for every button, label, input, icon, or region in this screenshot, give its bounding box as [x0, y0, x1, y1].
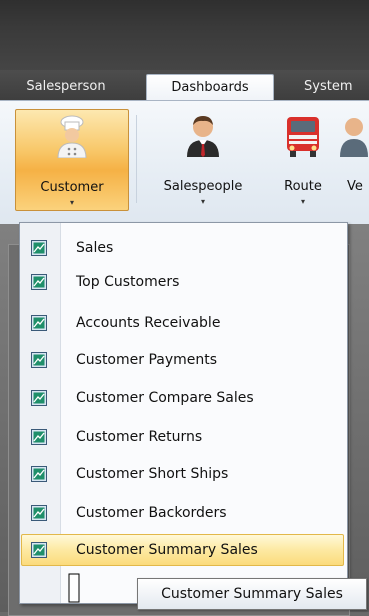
route-button-label: Route — [284, 179, 322, 194]
menu-item-customer-summary-sales[interactable]: Customer Summary Sales — [21, 534, 344, 566]
person-icon — [340, 118, 368, 157]
menu-item-label: Customer Summary Sales — [76, 542, 258, 558]
chevron-down-icon: ▾ — [200, 197, 205, 206]
menu-item-customer-returns[interactable]: Customer Returns — [22, 422, 343, 452]
menu-item-label: Sales — [76, 240, 114, 256]
menu-item-sales[interactable]: Sales — [22, 233, 343, 263]
dashboard-report-icon — [31, 466, 47, 482]
customer-button-label: Customer — [40, 180, 104, 195]
menu-item-customer-compare-sales[interactable]: Customer Compare Sales — [22, 383, 343, 413]
chevron-down-icon: ▾ — [69, 198, 74, 207]
dashboard-report-icon — [31, 240, 47, 256]
chevron-down-icon: ▾ — [300, 197, 305, 206]
customer-dropdown-menu: Sales Top Customers Accounts Receivable … — [19, 222, 348, 604]
tooltip: Customer Summary Sales — [137, 578, 367, 610]
tab-dashboards[interactable]: Dashboards — [146, 74, 274, 102]
menu-item-label: Customer Compare Sales — [76, 390, 254, 406]
tab-salesperson[interactable]: Salesperson — [4, 74, 128, 100]
tab-system[interactable]: System — [298, 74, 369, 100]
ribbon-panel: Customer ▾ Salespeople ▾ Route ▾ Ve — [0, 100, 369, 225]
menu-item-label: Customer Short Ships — [76, 466, 229, 482]
truck-icon — [287, 117, 319, 157]
dashboard-report-icon — [31, 429, 47, 445]
ribbon-tab-row: Salesperson Dashboards System — [0, 70, 369, 102]
menu-item-customer-backorders[interactable]: Customer Backorders — [22, 498, 343, 528]
route-button[interactable]: Route ▾ — [272, 109, 334, 209]
menu-item-label: Customer Returns — [76, 429, 203, 445]
window-titlebar — [0, 0, 369, 70]
salespeople-button-label: Salespeople — [163, 179, 243, 194]
menu-item-label: Customer Backorders — [76, 505, 227, 521]
vendor-button[interactable]: Ve — [340, 109, 369, 209]
dashboard-report-icon — [31, 315, 47, 331]
dashboard-report-icon — [31, 274, 47, 290]
menu-item-label: Top Customers — [76, 274, 180, 290]
menu-item-accounts-receivable[interactable]: Accounts Receivable — [22, 308, 343, 338]
menu-item-top-customers[interactable]: Top Customers — [22, 267, 343, 297]
menu-item-label: Accounts Receivable — [76, 315, 221, 331]
ribbon-separator — [136, 115, 137, 203]
vendor-button-label: Ve — [347, 179, 363, 194]
menu-item-label: Customer Payments — [76, 352, 218, 368]
salespeople-button[interactable]: Salespeople ▾ — [148, 109, 258, 209]
salesperson-icon — [187, 116, 219, 157]
customer-button[interactable]: Customer ▾ — [15, 109, 129, 211]
chef-icon — [57, 115, 87, 158]
mouse-cursor-icon — [68, 573, 80, 603]
dashboard-report-icon — [31, 352, 47, 368]
dashboard-report-icon — [31, 542, 47, 558]
menu-item-customer-short-ships[interactable]: Customer Short Ships — [22, 459, 343, 489]
dashboard-report-icon — [31, 390, 47, 406]
dashboard-report-icon — [31, 505, 47, 521]
menu-item-customer-payments[interactable]: Customer Payments — [22, 345, 343, 375]
